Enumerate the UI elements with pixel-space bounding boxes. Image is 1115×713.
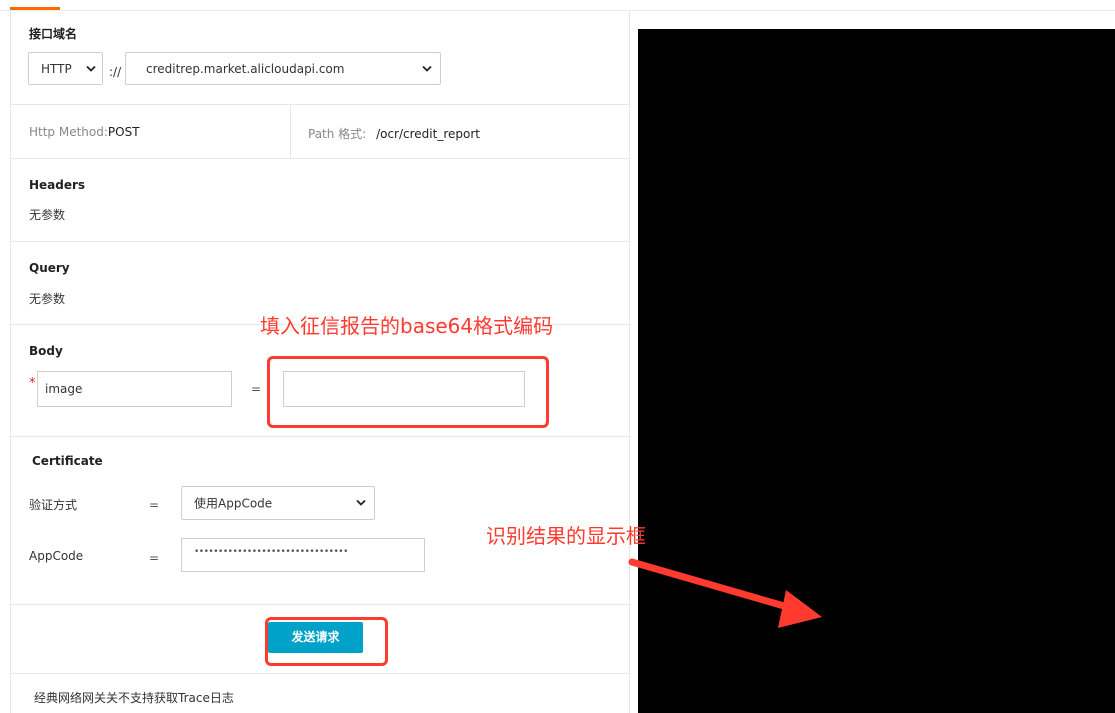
body-equals: = [251,382,262,396]
path-format-label: Path 格式: [308,127,367,141]
query-empty-text: 无参数 [29,292,66,306]
method-path-section: Http Method:POST Path 格式: /ocr/credit_re… [11,104,629,159]
send-button-highlight [265,617,388,666]
protocol-select[interactable]: HTTP [28,52,103,85]
body-input-highlight [267,356,549,428]
domain-title: 接口域名 [29,27,78,41]
protocol-select-value: HTTP [41,61,72,76]
auth-method-select[interactable]: 使用AppCode [181,486,375,520]
appcode-input[interactable]: •••••••••••••••••••••••••••••••• [181,538,425,572]
top-bar [0,0,1115,11]
api-debug-page: 接口域名 HTTP :// creditrep.market.aliclouda… [0,0,1115,713]
required-mark: * [29,376,36,391]
auth-method-value: 使用AppCode [194,496,273,511]
protocol-separator: :// [109,65,122,79]
auth-equals: = [149,498,160,512]
appcode-label: AppCode [29,549,84,563]
body-title: Body [29,344,63,358]
chevron-down-icon [356,499,366,506]
body-param-name-value: image [45,382,83,396]
column-divider [290,104,291,158]
domain-section: 接口域名 HTTP :// creditrep.market.aliclouda… [11,11,629,105]
auth-method-label: 验证方式 [29,498,78,512]
certificate-title: Certificate [32,454,103,468]
active-tab-indicator [10,7,60,10]
body-param-name-input[interactable]: image [37,371,232,407]
chevron-down-icon [422,65,432,72]
chevron-down-icon [86,65,96,72]
headers-title: Headers [29,178,86,192]
body-hint-annotation: 填入征信报告的base64格式编码 [260,314,554,338]
host-select[interactable]: creditrep.market.alicloudapi.com [125,52,441,85]
path-format: Path 格式: /ocr/credit_report [308,125,480,142]
http-method: Http Method:POST [29,125,140,139]
headers-section: Headers 无参数 [11,158,629,242]
arrow-icon [628,558,822,628]
appcode-equals: = [149,551,160,565]
path-format-value: /ocr/credit_report [376,127,480,141]
http-method-label: Http Method: [29,125,108,139]
query-title: Query [29,261,70,275]
headers-empty-text: 无参数 [29,208,66,222]
host-select-value: creditrep.market.alicloudapi.com [146,61,345,76]
http-method-value: POST [107,125,140,139]
appcode-value: •••••••••••••••••••••••••••••••• [194,547,348,557]
trace-note: 经典网络网关关不支持获取Trace日志 [34,691,234,705]
